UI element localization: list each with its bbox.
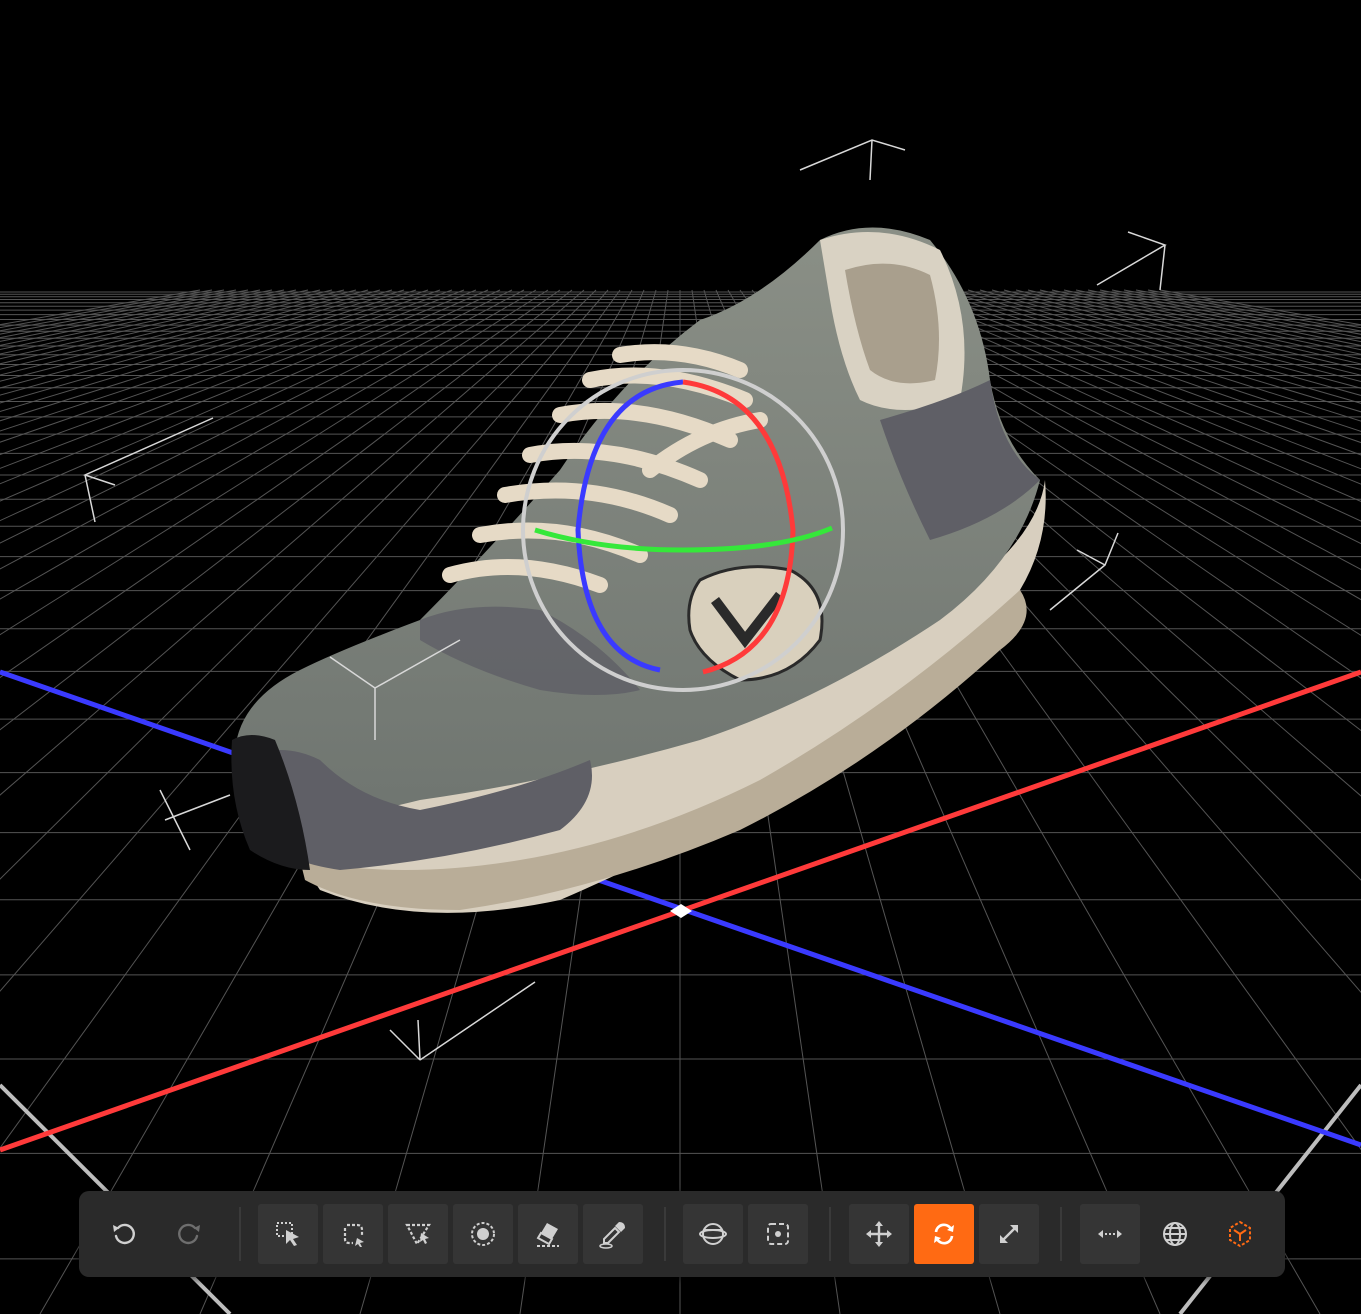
- box-select-icon: [276, 1222, 299, 1246]
- undo-icon: [113, 1223, 135, 1245]
- rotate-icon: [934, 1223, 954, 1245]
- move-icon: [866, 1221, 892, 1247]
- redo-button[interactable]: [159, 1204, 219, 1264]
- local-space-button[interactable]: [1210, 1204, 1270, 1264]
- sphere-view-button[interactable]: [683, 1204, 743, 1264]
- toolbar-separator: [664, 1207, 666, 1261]
- sphere-icon: [699, 1223, 727, 1245]
- measure-icon: [1098, 1230, 1122, 1238]
- frame-selection-button[interactable]: [748, 1204, 808, 1264]
- local-space-icon: [1229, 1220, 1251, 1248]
- move-tool-button[interactable]: [849, 1204, 909, 1264]
- world-space-button[interactable]: [1145, 1204, 1205, 1264]
- toolbar-separator: [829, 1207, 831, 1261]
- 3d-viewport[interactable]: [0, 0, 1361, 1314]
- polygon-select-icon: [405, 1223, 431, 1247]
- rotate-tool-button[interactable]: [914, 1204, 974, 1264]
- scene-canvas[interactable]: [0, 0, 1361, 1314]
- globe-icon: [1163, 1222, 1187, 1246]
- toolbar-separator: [239, 1207, 241, 1261]
- transform-toolbar: [79, 1191, 1285, 1277]
- frame-selection-icon: [767, 1223, 789, 1245]
- measure-button[interactable]: [1080, 1204, 1140, 1264]
- polygon-select-button[interactable]: [388, 1204, 448, 1264]
- redo-icon: [178, 1223, 200, 1245]
- brush-select-button[interactable]: [453, 1204, 513, 1264]
- lasso-select-icon: [343, 1223, 364, 1247]
- eyedropper-button[interactable]: [583, 1204, 643, 1264]
- eraser-button[interactable]: [518, 1204, 578, 1264]
- eyedropper-icon: [599, 1222, 625, 1249]
- scale-tool-button[interactable]: [979, 1204, 1039, 1264]
- undo-button[interactable]: [94, 1204, 154, 1264]
- box-select-button[interactable]: [258, 1204, 318, 1264]
- brush-select-icon: [471, 1222, 495, 1246]
- toolbar-separator: [1060, 1207, 1062, 1261]
- scale-icon: [1000, 1225, 1018, 1243]
- lasso-select-button[interactable]: [323, 1204, 383, 1264]
- eraser-icon: [536, 1223, 559, 1247]
